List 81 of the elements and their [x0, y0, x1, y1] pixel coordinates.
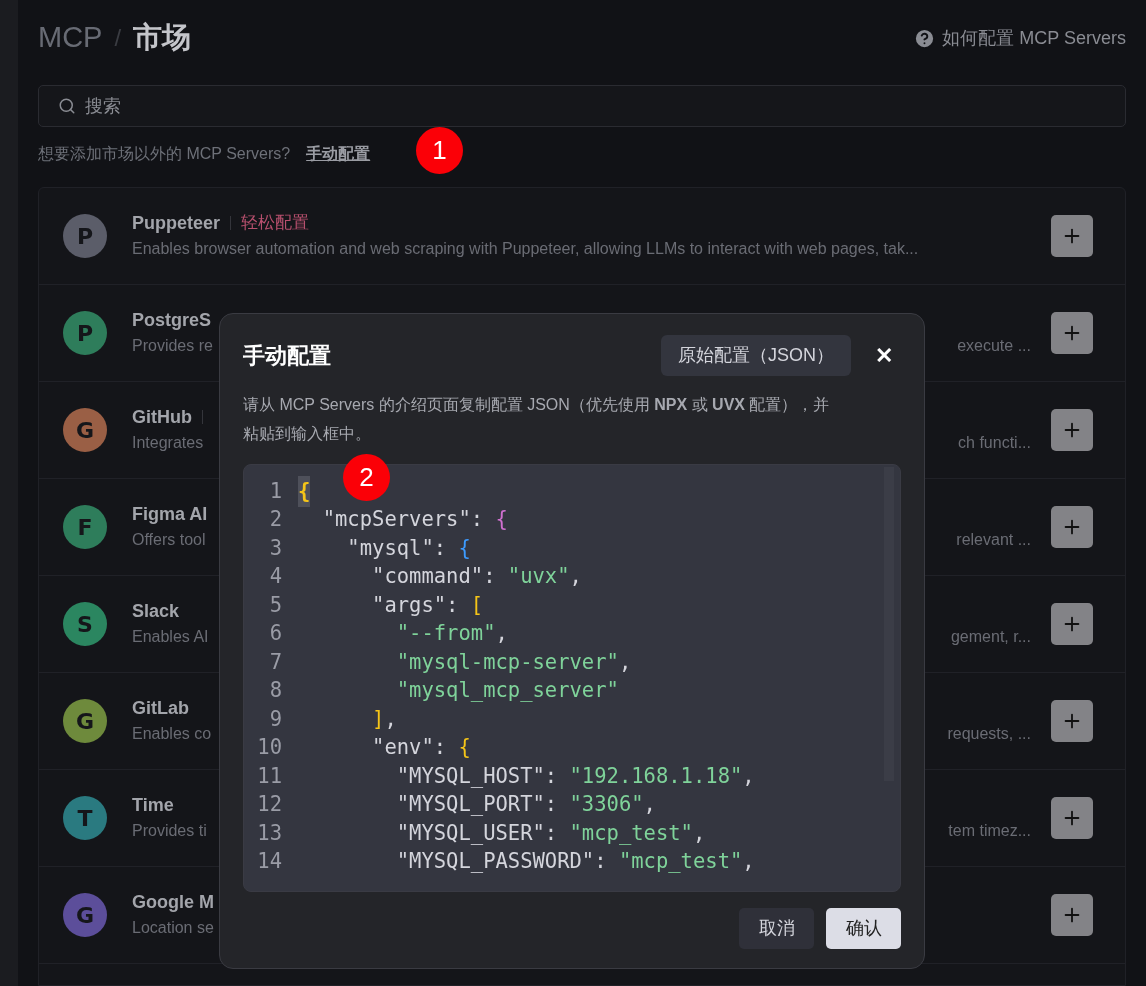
avatar: S: [63, 602, 107, 646]
line-number: 9: [268, 705, 282, 733]
server-name: PostgreS: [132, 308, 212, 332]
code-token: "MYSQL_HOST":: [395, 762, 559, 790]
avatar: G: [63, 893, 107, 937]
server-description: relevant ...: [956, 530, 1031, 550]
code-token: "MYSQL_PASSWORD":: [395, 848, 608, 876]
avatar: T: [63, 796, 107, 840]
server-description: Offers tool: [132, 530, 206, 550]
code-token: "mcpServers":: [321, 506, 485, 534]
line-number: 12: [256, 791, 282, 819]
code-token: "--from": [395, 620, 496, 648]
line-number: 10: [256, 734, 282, 762]
code-token: "MYSQL_USER":: [395, 819, 559, 847]
code-token: {: [298, 478, 311, 503]
code-token: "mysql_mcp_server": [395, 677, 619, 705]
code-token: [: [470, 592, 484, 617]
server-description: gement, r...: [950, 627, 1031, 647]
server-description: Integrates: [132, 433, 204, 453]
avatar: F: [63, 505, 107, 549]
code-token: "command":: [371, 563, 497, 591]
dialog-description: 请从 MCP Servers 的介绍页面复制配置 JSON（优先使用 NPX 或 UVX 配置），并粘贴到输入框中。: [243, 395, 831, 444]
server-description: Provides re: [132, 336, 213, 356]
code-token: ,: [569, 563, 582, 591]
code-token: "mysql":: [346, 534, 448, 562]
server-description: tem timez...: [948, 821, 1031, 841]
code-token: ,: [643, 791, 656, 819]
server-description: Location se: [132, 918, 214, 938]
line-number: 1: [268, 477, 282, 505]
line-number: 8: [268, 677, 282, 705]
code-token: "mysql-mcp-server": [395, 648, 619, 676]
avatar: P: [63, 214, 107, 258]
server-description: Enables AI: [132, 627, 209, 647]
code-token: "192.168.1.18": [569, 762, 743, 790]
hint-text: 想要添加市场以外的 MCP Servers?: [38, 144, 291, 164]
code-token: ,: [742, 762, 755, 790]
server-name: Slack: [132, 599, 180, 623]
server-name: Time: [132, 793, 174, 817]
code-token: "mcp_test": [618, 848, 743, 876]
server-description: Provides ti: [132, 821, 207, 841]
line-number: 3: [268, 534, 282, 562]
code-token: {: [458, 735, 471, 760]
line-number: 5: [268, 591, 282, 619]
server-description: execute ...: [957, 336, 1031, 356]
page-title: 市场: [133, 20, 192, 56]
server-name: Figma AI: [132, 502, 208, 526]
code-token: "3306": [569, 791, 644, 819]
code-token: "args":: [371, 591, 460, 619]
line-number: 6: [268, 620, 282, 648]
avatar: G: [63, 408, 107, 452]
code-token: "env":: [371, 734, 448, 762]
line-number: 2: [268, 506, 282, 534]
code-token: ,: [692, 819, 706, 847]
dialog-title: 手动配置: [243, 342, 332, 370]
server-name: GitLab: [132, 696, 189, 720]
server-description: requests, ...: [947, 724, 1031, 744]
breadcrumb-separator: /: [114, 23, 122, 53]
server-name: GitHub: [132, 405, 192, 429]
code-token: ,: [742, 848, 755, 876]
code-token: {: [495, 507, 508, 532]
server-tag: 轻松配置: [241, 210, 310, 236]
server-description: Enables browser automation and web scraping with Puppeteer, allowing LLMs to interact with web pages, tak...: [132, 239, 919, 259]
code-token: "mcp_test": [569, 819, 693, 847]
line-number: 7: [268, 648, 282, 676]
server-description: ch functi...: [958, 433, 1031, 453]
line-number: 14: [256, 848, 282, 876]
code-token: {: [458, 535, 471, 560]
server-description: Enables co: [132, 724, 212, 744]
line-number: 4: [268, 563, 282, 591]
code-token: ,: [384, 705, 397, 733]
line-number: 11: [256, 762, 282, 790]
code-token: "MYSQL_PORT":: [395, 791, 559, 819]
code-token: ,: [618, 648, 632, 676]
code-token: ,: [495, 620, 508, 648]
avatar: P: [63, 311, 107, 355]
code-token: ]: [371, 706, 385, 731]
code-token: "uvx": [507, 563, 570, 591]
server-name: Puppeteer: [132, 211, 221, 235]
server-name: Google M: [132, 890, 214, 914]
avatar: G: [63, 699, 107, 743]
line-number: 13: [256, 819, 282, 847]
